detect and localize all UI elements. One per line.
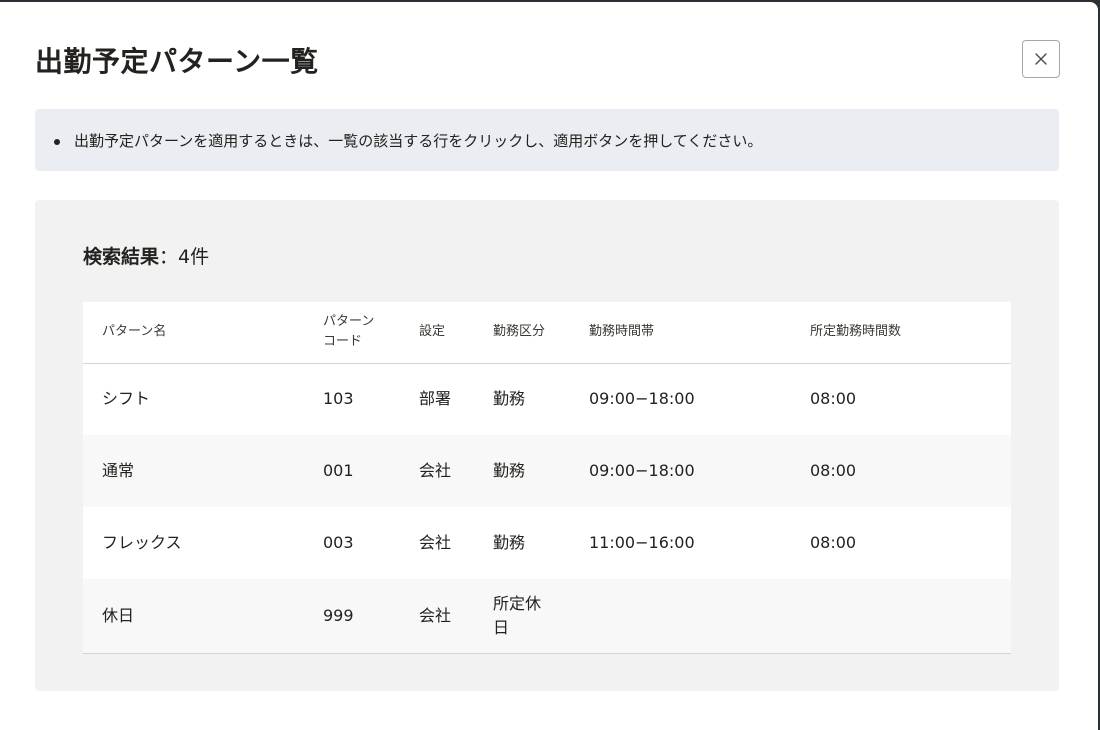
cell-pattern-code: 001 — [323, 461, 354, 480]
cell-setting: 会社 — [419, 533, 452, 552]
cell-pattern-code: 003 — [323, 533, 354, 552]
table-row[interactable]: 通常 001 会社 勤務 09:00−18:00 08:00 — [83, 435, 1011, 507]
cell-work-type: 勤務 — [493, 389, 526, 409]
close-icon — [1034, 52, 1048, 66]
column-header-pattern-code-label: パターンコード — [323, 314, 375, 350]
info-panel: 出勤予定パターンを適用するときは、一覧の該当する行をクリックし、適用ボタンを押し… — [35, 109, 1059, 171]
cell-work-time — [570, 579, 791, 654]
cell-work-time: 11:00−16:00 — [589, 533, 695, 552]
cell-work-type: 勤務 — [493, 533, 526, 552]
bullet-icon — [54, 139, 60, 145]
result-count-value: ：4件 — [159, 246, 210, 268]
table-header: パターン名 パターンコード 設定 勤務区分 勤務時間帯 所定勤務時間数 — [83, 302, 1011, 364]
table-row[interactable]: シフト 103 部署 勤務 09:00−18:00 08:00 — [83, 363, 1011, 435]
cell-pattern-code: 103 — [323, 389, 354, 409]
dialog-title: 出勤予定パターン一覧 — [35, 45, 319, 78]
cell-pattern-name: 通常 — [102, 461, 135, 480]
cell-scheduled-hours: 08:00 — [810, 533, 857, 552]
cell-scheduled-hours — [791, 579, 1011, 654]
cell-work-time: 09:00−18:00 — [589, 389, 695, 409]
column-header-work-time: 勤務時間帯 — [570, 302, 791, 364]
result-count: 検索結果：4件 — [83, 242, 209, 272]
cell-scheduled-hours: 08:00 — [810, 461, 857, 480]
cell-pattern-name: 休日 — [83, 579, 304, 654]
cell-work-type: 所定休日 — [474, 579, 570, 654]
results-panel: 検索結果：4件 パターン名 パターンコード 設定 勤務区分 勤務時間帯 所定勤務… — [35, 200, 1059, 691]
table-row[interactable]: 休日 999 会社 所定休日 — [83, 579, 1011, 654]
pattern-table: パターン名 パターンコード 設定 勤務区分 勤務時間帯 所定勤務時間数 シフト … — [83, 302, 1011, 654]
info-item-text: 出勤予定パターンを適用するときは、一覧の該当する行をクリックし、適用ボタンを押し… — [74, 132, 763, 150]
table-body: シフト 103 部署 勤務 09:00−18:00 08:00 通常 001 会… — [83, 363, 1011, 654]
cell-setting: 部署 — [419, 389, 452, 409]
cell-work-type-label: 所定休日 — [493, 593, 542, 637]
pattern-table-wrapper: パターン名 パターンコード 設定 勤務区分 勤務時間帯 所定勤務時間数 シフト … — [83, 302, 1011, 654]
cell-pattern-name: フレックス — [102, 533, 182, 552]
close-button[interactable] — [1022, 40, 1060, 78]
cell-setting: 会社 — [419, 461, 452, 480]
cell-work-time: 09:00−18:00 — [589, 461, 695, 480]
cell-work-type: 勤務 — [493, 461, 526, 480]
column-header-setting: 設定 — [400, 302, 474, 364]
column-header-scheduled-hours: 所定勤務時間数 — [791, 302, 1011, 364]
result-count-label: 検索結果 — [83, 246, 160, 268]
column-header-work-type: 勤務区分 — [474, 302, 570, 364]
cell-pattern-name: シフト — [102, 389, 151, 409]
cell-scheduled-hours: 08:00 — [810, 389, 857, 409]
cell-setting: 会社 — [400, 579, 474, 654]
pattern-list-dialog: 出勤予定パターン一覧 出勤予定パターンを適用するときは、一覧の該当する行をクリッ… — [0, 2, 1098, 730]
column-header-pattern-code: パターンコード — [304, 302, 400, 364]
cell-pattern-code: 999 — [304, 579, 400, 654]
table-row[interactable]: フレックス 003 会社 勤務 11:00−16:00 08:00 — [83, 507, 1011, 579]
column-header-pattern-name: パターン名 — [83, 302, 304, 364]
